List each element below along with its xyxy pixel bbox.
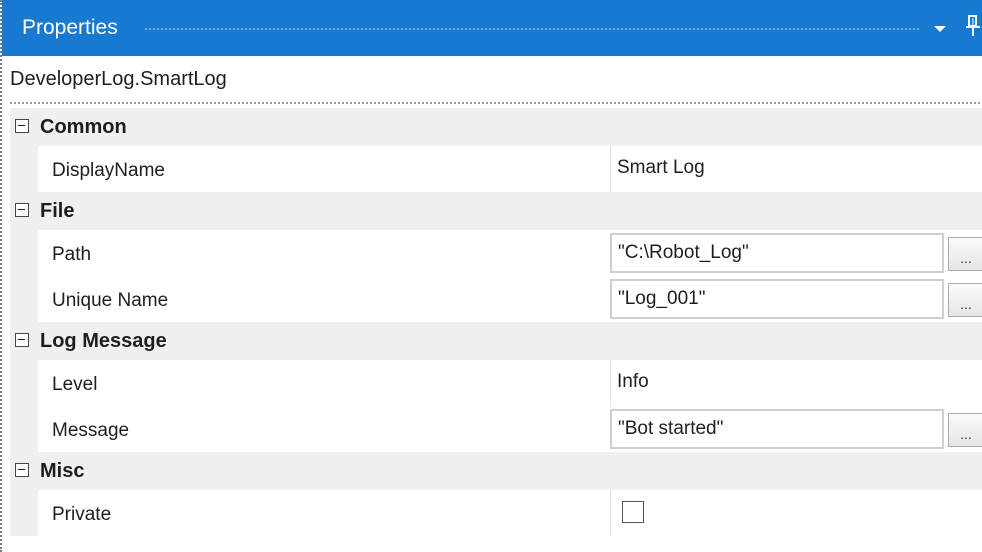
property-row-private[interactable]: Private: [10, 490, 982, 536]
chevron-down-icon[interactable]: [934, 26, 946, 32]
row-gutter: [10, 276, 38, 322]
property-name: Message: [52, 420, 130, 441]
path-field[interactable]: "C:\Robot_Log": [610, 233, 944, 273]
property-name: Level: [52, 374, 98, 395]
level-value[interactable]: Info: [617, 371, 649, 393]
collapse-icon[interactable]: [15, 463, 29, 477]
path-value: "C:\Robot_Log": [618, 242, 749, 263]
property-row-message[interactable]: Message "Bot started" ...: [10, 406, 982, 452]
collapse-icon[interactable]: [15, 203, 29, 217]
category-label: Log Message: [40, 330, 167, 352]
selected-object-name: DeveloperLog.SmartLog: [10, 68, 227, 90]
drag-grip[interactable]: [144, 27, 920, 31]
object-separator: [10, 102, 982, 104]
category-common[interactable]: Common: [10, 108, 982, 146]
row-gutter: [10, 230, 38, 276]
pin-icon[interactable]: [964, 14, 982, 38]
unique-name-value: "Log_001": [618, 288, 706, 309]
unique-name-field[interactable]: "Log_001": [610, 279, 944, 319]
collapse-icon[interactable]: [15, 119, 29, 133]
row-gutter: [10, 360, 38, 406]
property-row-level[interactable]: Level Info: [10, 360, 982, 406]
category-label: File: [40, 200, 75, 222]
message-value: "Bot started": [618, 418, 724, 439]
category-label: Common: [40, 116, 127, 138]
category-log-message[interactable]: Log Message: [10, 322, 982, 360]
property-row-path[interactable]: Path "C:\Robot_Log" ...: [10, 230, 982, 276]
category-label: Misc: [40, 460, 85, 482]
row-gutter: [10, 490, 38, 536]
property-name: Path: [52, 244, 92, 265]
property-row-displayname[interactable]: DisplayName Smart Log: [10, 146, 982, 192]
property-row-unique-name[interactable]: Unique Name "Log_001" ...: [10, 276, 982, 322]
row-gutter: [10, 146, 38, 192]
row-gutter: [10, 406, 38, 452]
path-ellipsis-button[interactable]: ...: [948, 237, 982, 271]
category-misc[interactable]: Misc: [10, 452, 982, 490]
value-cell: [610, 490, 982, 536]
message-field[interactable]: "Bot started": [610, 409, 944, 449]
property-name: Unique Name: [52, 290, 169, 311]
message-ellipsis-button[interactable]: ...: [948, 413, 982, 447]
displayname-value[interactable]: Smart Log: [617, 157, 705, 179]
value-cell: [610, 360, 982, 406]
private-checkbox[interactable]: [622, 501, 644, 523]
collapse-icon[interactable]: [15, 333, 29, 347]
unique-name-ellipsis-button[interactable]: ...: [948, 283, 982, 317]
panel-title: Properties: [22, 16, 118, 39]
panel-title-bar[interactable]: Properties: [2, 0, 982, 56]
category-file[interactable]: File: [10, 192, 982, 230]
property-name: DisplayName: [52, 160, 165, 181]
property-name: Private: [52, 504, 112, 525]
properties-panel: Properties DeveloperLog.SmartLog Common …: [0, 0, 982, 552]
